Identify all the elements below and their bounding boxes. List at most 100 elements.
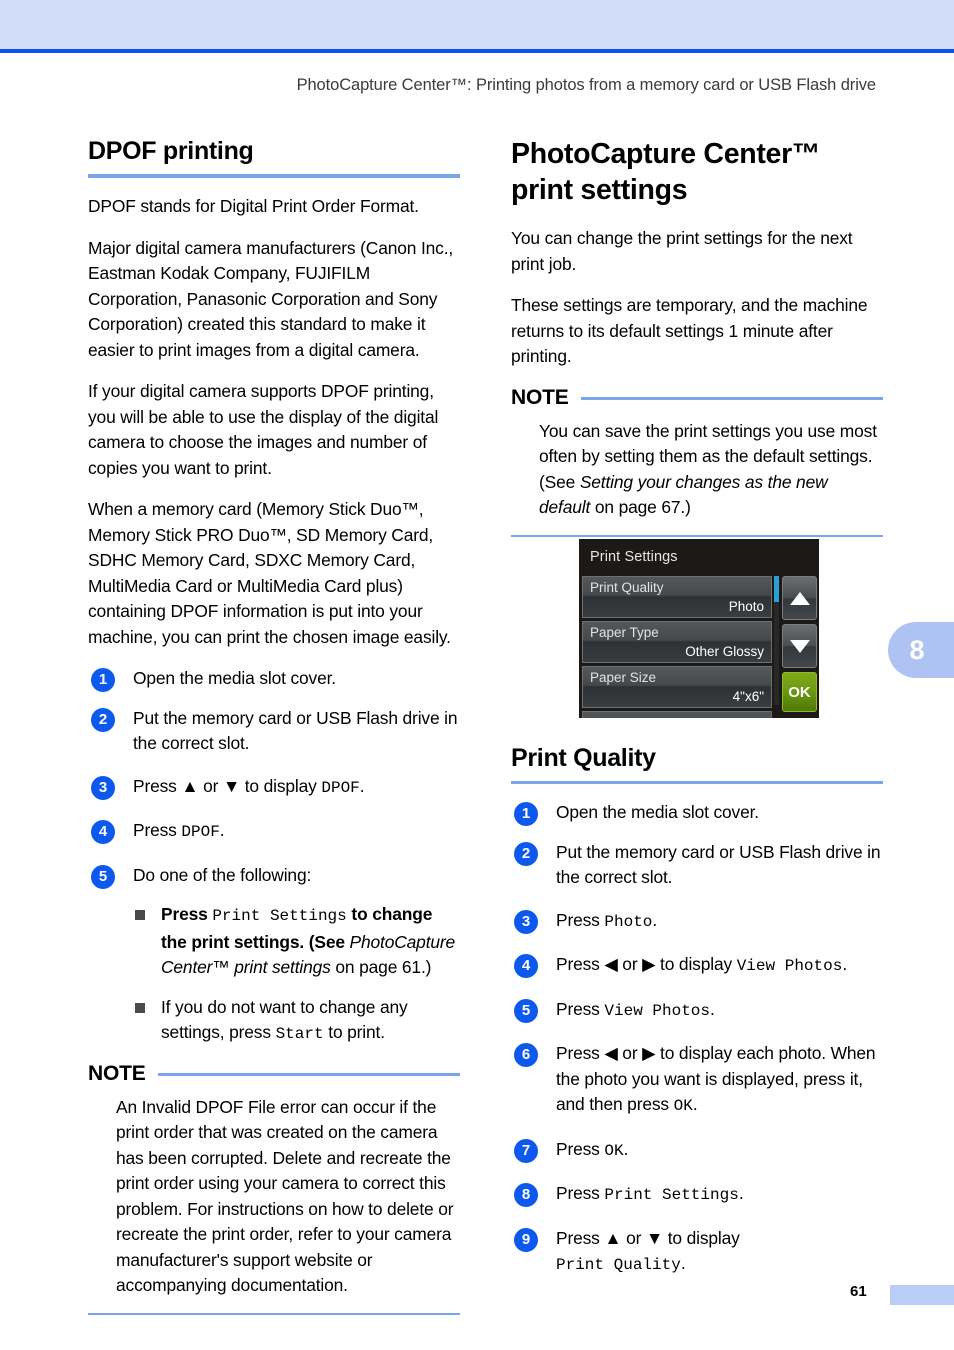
page-title-photocapture-print-settings: PhotoCapture Center™ print settings [511,136,883,208]
bullet-text: Press [161,904,213,924]
step-text-tail: . [842,954,848,974]
step-text: Press ◀ or ▶ to display [556,954,737,974]
lcd-ok-button[interactable]: OK [782,672,817,712]
step-text: Open the media slot cover. [133,668,336,688]
step-text: Press [133,820,182,840]
step-item: 7 Press OK. [511,1137,883,1165]
step-item: 3 Press Photo. [511,908,883,936]
step-number: 2 [91,707,115,732]
step-number: 8 [514,1183,538,1207]
paragraph: Major digital camera manufacturers (Cano… [88,237,454,360]
lcd-row-value: Other Glossy [685,644,764,659]
step-text: Press [556,998,605,1019]
section-rule [511,781,883,784]
bullet-command: Start [275,1025,324,1043]
lcd-settings-list: Print Quality Photo Paper Type Other Glo… [582,576,772,718]
note-header: NOTE [511,386,883,410]
lcd-scroll-up-button[interactable] [782,576,817,620]
note-label: NOTE [88,1061,146,1085]
footer-accent-bar [890,1285,954,1305]
header-rule [0,49,954,53]
note-rule [580,397,883,400]
step-text: Open the media slot cover. [556,802,759,822]
step-text: Press [556,1183,605,1203]
chapter-tab-number: 8 [909,634,925,665]
bullet-item: Press Print Settings to change the print… [133,902,460,981]
subheading-print-quality: Print Quality [511,744,656,772]
square-bullet-icon [135,910,145,920]
step-command: DPOF [181,823,220,841]
step-number: 1 [91,668,115,692]
lcd-row-label: Paper Size [590,670,657,685]
step-item: 3 Press ▲ or ▼ to display DPOF. [88,774,460,802]
header-band [0,0,954,49]
step-number: 1 [514,802,538,826]
step-text-tail: . [623,1138,629,1159]
step-text: Press ◀ or ▶ to display each photo. When… [556,1043,876,1114]
lcd-title: Print Settings [590,549,678,565]
paragraph: If your digital camera supports DPOF pri… [88,381,439,478]
step-text-tail: . [710,998,715,1019]
step-text: Do one of the following: [133,864,312,885]
lcd-row-print-quality[interactable]: Print Quality Photo [582,576,772,618]
lcd-scrollbar[interactable] [774,576,779,705]
triangle-down-icon [789,639,810,653]
step-item: 4 Press ◀ or ▶ to display View Photos. [511,952,883,980]
step-text-tail: . [738,1183,744,1203]
note-block: NOTE An Invalid DPOF File error can occu… [88,1061,460,1315]
lcd-scrollbar-thumb[interactable] [774,576,779,602]
step-item: 9 Press ▲ or ▼ to display Print Quality. [511,1226,883,1279]
lcd-row-partial[interactable] [582,711,772,718]
step-item: 4 Press DPOF. [88,818,460,846]
step-command: OK [604,1141,624,1160]
heading-line-1: PhotoCapture Center™ [511,138,821,170]
step-text: Press [556,1138,605,1159]
triangle-up-icon [789,591,810,605]
lcd-scroll-down-button[interactable] [782,624,817,668]
step-item: 2 Put the memory card or USB Flash drive… [511,840,883,891]
note-block: NOTE You can save the print settings you… [511,386,883,537]
paragraph: These settings are temporary, and the ma… [511,295,868,366]
step-item: 8 Press Print Settings. [511,1181,883,1209]
step-item: 1 Open the media slot cover. [88,666,460,692]
step-text: Put the memory card or USB Flash drive i… [556,841,881,888]
page-title-dpof-printing: DPOF printing [88,137,254,165]
bullet-text-tail: to print. [323,1022,385,1042]
step-text: Press [556,909,605,930]
step-item: 5 Press View Photos. [511,997,883,1025]
paragraph: You can change the print settings for th… [511,228,853,274]
bullet-list: Press Print Settings to change the print… [88,902,460,1048]
step-command: Photo [604,912,653,931]
step-text-tail: . [680,1253,686,1273]
lcd-print-settings-screenshot: Print Settings Print Quality Photo Paper… [579,539,819,718]
bullet-text-tail: on page 61.) [330,957,432,977]
left-column: DPOF printing DPOF stands for Digital Pr… [88,136,460,1315]
step-number: 4 [91,820,115,844]
step-text: Press ▲ or ▼ to display [133,775,322,796]
note-end-rule [88,1312,460,1315]
step-text-tail: . [359,775,365,796]
step-text-tail: . [652,909,658,930]
step-number: 3 [91,775,115,800]
step-text: Press ▲ or ▼ to display [556,1227,740,1248]
chapter-tab: 8 [888,622,954,678]
step-command: View Photos [736,957,843,975]
step-text-tail: . [692,1094,698,1114]
step-item: 1 Open the media slot cover. [511,800,883,826]
note-text: You can save the print settings you use … [511,419,883,521]
paragraph: When a memory card (Memory Stick Duo™, M… [88,499,451,647]
step-item: 6 Press ◀ or ▶ to display each photo. Wh… [511,1041,883,1120]
step-number: 2 [514,841,538,866]
step-item: 5 Do one of the following: [88,863,460,889]
lcd-row-label: Print Quality [590,580,664,595]
note-text-post: on page 67.) [590,497,691,517]
step-text: Put the memory card or USB Flash drive i… [133,707,458,754]
note-label: NOTE [511,385,569,409]
lcd-row-paper-size[interactable]: Paper Size 4"x6" [582,666,772,708]
step-command: Print Settings [604,1186,739,1204]
lcd-row-paper-type[interactable]: Paper Type Other Glossy [582,621,772,663]
running-head: PhotoCapture Center™: Printing photos fr… [296,76,877,94]
square-bullet-icon [135,1002,145,1013]
lcd-row-value: Photo [728,599,764,614]
step-number: 4 [514,954,538,978]
